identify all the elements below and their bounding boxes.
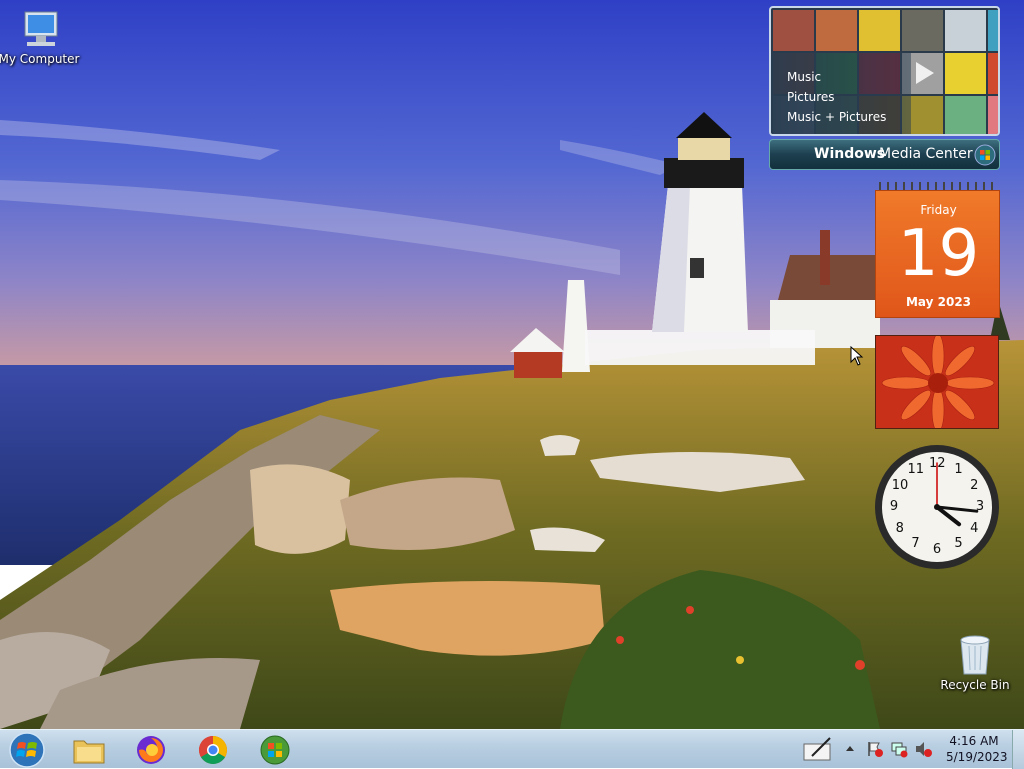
- taskbar-chrome[interactable]: [190, 732, 236, 768]
- brand-media-center: Media Center: [879, 146, 973, 162]
- brand-windows: Windows: [814, 146, 886, 162]
- chrome-icon: [199, 736, 227, 764]
- taskbar-windows-app[interactable]: [252, 732, 298, 768]
- firefox-icon: [137, 736, 165, 764]
- album-tile: [816, 10, 857, 51]
- clock-numeral: 8: [895, 520, 904, 536]
- clock-numeral: 5: [954, 536, 963, 552]
- recycle-bin-icon: [960, 635, 990, 675]
- album-tile: [902, 10, 943, 51]
- play-icon: [916, 62, 934, 84]
- recycle-bin-label: Recycle Bin: [940, 678, 1010, 692]
- folder-icon: [73, 740, 105, 764]
- clock-numeral: 3: [975, 499, 985, 514]
- my-computer-shortcut[interactable]: My Computer: [0, 10, 84, 66]
- windows-start-orb-icon: [9, 732, 45, 768]
- menu-item-music[interactable]: Music: [787, 70, 821, 84]
- tray-clock-date[interactable]: 5/19/2023: [946, 750, 1008, 764]
- recycle-bin-shortcut[interactable]: Recycle Bin: [930, 632, 1020, 692]
- volume-muted-icon[interactable]: [914, 740, 932, 758]
- calendar-day-number: 19: [897, 217, 980, 291]
- slideshow-gadget[interactable]: [875, 335, 999, 429]
- album-tile: [988, 10, 998, 51]
- calendar-page: Friday 19 May 2023: [875, 190, 1000, 318]
- album-tile: [945, 53, 986, 94]
- show-desktop-button[interactable]: [1012, 730, 1024, 769]
- input-panel-icon[interactable]: [802, 734, 834, 764]
- clock-numeral: 9: [889, 499, 899, 514]
- windows-logo-icon: [260, 735, 290, 765]
- desktop[interactable]: My Computer Recycle Bin Music Pictures M…: [0, 0, 1024, 729]
- album-tile: [988, 96, 998, 134]
- clock-numeral: 6: [932, 542, 942, 557]
- clock-numeral: 10: [891, 477, 909, 493]
- taskbar-firefox[interactable]: [128, 732, 174, 768]
- clock-gadget[interactable]: 12 1 2 3 4 5 6 7 8 9 10 11: [873, 443, 1001, 571]
- mouse-cursor-icon: [850, 346, 864, 366]
- my-computer-label: My Computer: [0, 52, 80, 66]
- calendar-gadget[interactable]: Friday 19 May 2023: [875, 182, 1000, 318]
- media-center-menu: Music Pictures Music + Pictures: [771, 52, 911, 134]
- clock-numeral: 4: [970, 520, 979, 536]
- taskbar: 4:16 AM 5/19/2023: [0, 729, 1024, 769]
- show-hidden-icons-icon[interactable]: [844, 743, 856, 755]
- media-center-gadget[interactable]: Music Pictures Music + Pictures: [769, 6, 1000, 136]
- calendar-month-year: May 2023: [905, 295, 972, 309]
- menu-item-music-pictures[interactable]: Music + Pictures: [787, 110, 886, 124]
- media-center-launch-bar[interactable]: Windows Media Center: [769, 139, 1000, 170]
- action-center-flag-icon[interactable]: [866, 740, 884, 758]
- clock-numeral: 1: [954, 461, 963, 477]
- clock-numeral: 12: [929, 456, 946, 471]
- clock-numeral: 2: [970, 477, 979, 493]
- album-tile: [773, 10, 814, 51]
- clock-numeral: 7: [911, 536, 920, 552]
- windows-orb-icon: [974, 144, 996, 166]
- flower-photo: [876, 336, 998, 428]
- album-tile: [945, 96, 986, 134]
- clock-center-pin: [934, 504, 940, 510]
- calendar-weekday: Friday: [920, 203, 957, 217]
- album-tile: [859, 10, 900, 51]
- computer-icon: [24, 11, 58, 46]
- menu-item-pictures[interactable]: Pictures: [787, 90, 835, 104]
- album-tile: [988, 53, 998, 94]
- network-icon[interactable]: [890, 740, 908, 758]
- clock-numeral: 11: [907, 461, 925, 477]
- tray-clock-time[interactable]: 4:16 AM: [946, 734, 1002, 748]
- taskbar-file-explorer[interactable]: [66, 732, 112, 768]
- album-tile: [945, 10, 986, 51]
- start-button[interactable]: [4, 732, 50, 768]
